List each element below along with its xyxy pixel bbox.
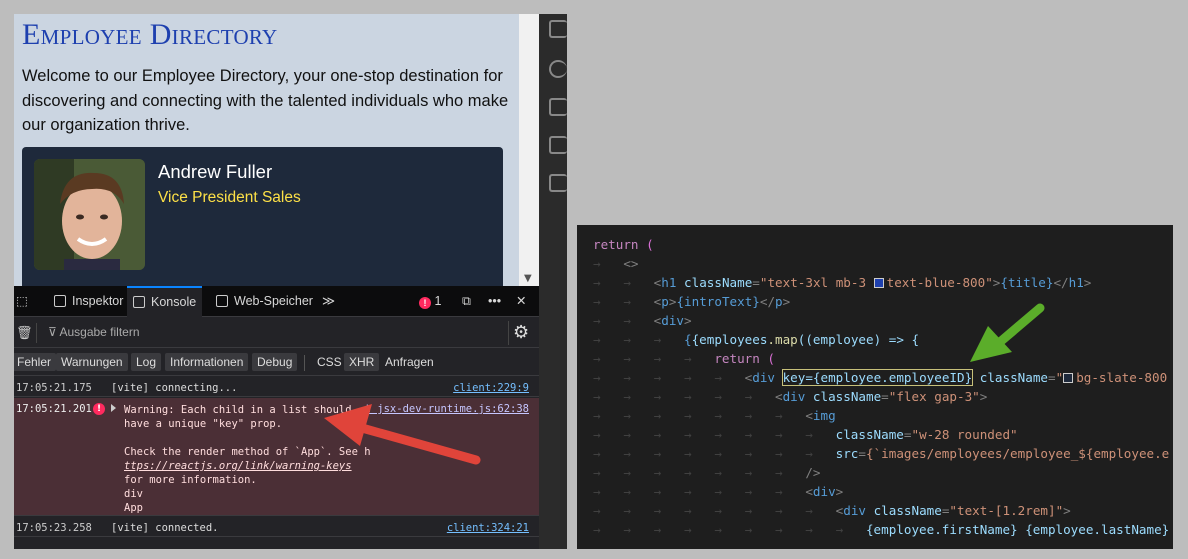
menu-icon[interactable]: ••• — [488, 286, 501, 317]
tab-inspector[interactable]: Inspektor — [48, 286, 129, 317]
gear-icon[interactable]: ⚙ — [513, 322, 529, 343]
more-tabs-icon[interactable]: ≫ — [322, 286, 335, 317]
app-viewport: Employee Directory Welcome to our Employ… — [14, 14, 519, 286]
employee-title: Vice President Sales — [158, 189, 301, 206]
chevron-down-icon[interactable]: ▼ — [524, 273, 532, 284]
extensions-icon[interactable] — [549, 136, 567, 154]
expand-arrow-icon[interactable] — [111, 404, 116, 412]
warning-keys-link[interactable]: ttps://reactjs.org/link/warning-keys — [124, 460, 352, 472]
responsive-icon[interactable]: ⧉ — [462, 286, 471, 317]
filter-icon: ⊽ — [48, 325, 57, 339]
console-filterbar: 🗑 ⊽ Ausgabe filtern ⚙ — [14, 318, 539, 348]
devtools-panel: ⬚ Inspektor Konsole Web-Speicher ≫ ! 1 ⧉… — [14, 286, 539, 549]
employee-name: Andrew Fuller — [158, 161, 273, 182]
tab-console[interactable]: Konsole — [127, 286, 203, 317]
key-prop-highlight: key={employee.employeeID} — [781, 369, 974, 386]
filter-errors[interactable]: Fehler — [14, 353, 57, 371]
warning-message: Warning: Each child in a list should hav… — [124, 404, 371, 514]
source-control-icon[interactable] — [549, 98, 567, 116]
error-counter[interactable]: ! 1 — [419, 286, 441, 317]
console-input[interactable] — [14, 538, 539, 549]
console-row: 17:05:23.258 [vite] connected. client:32… — [14, 517, 539, 537]
error-icon: ! — [419, 297, 431, 309]
source-link[interactable]: client:229:9 — [453, 382, 529, 394]
browser-window: Employee Directory Welcome to our Employ… — [14, 14, 539, 549]
page-title: Employee Directory — [22, 18, 278, 51]
element-picker-icon[interactable]: ⬚ — [16, 286, 28, 317]
console-icon — [133, 296, 145, 308]
color-swatch — [873, 278, 884, 288]
source-link[interactable]: …t jsx-dev-runtime.js:62:38 — [358, 403, 529, 415]
filter-log[interactable]: Log — [131, 353, 162, 371]
filter-input[interactable]: ⊽ Ausgabe filtern — [48, 325, 140, 339]
trash-icon[interactable]: 🗑 — [16, 325, 33, 341]
code-editor[interactable]: return ( → <> → → <h1 className="text-3x… — [577, 225, 1173, 549]
filter-warnings[interactable]: Warnungen — [56, 353, 128, 371]
console-row: 17:05:21.175 [vite] connecting... client… — [14, 377, 539, 397]
devtools-tabbar: ⬚ Inspektor Konsole Web-Speicher ≫ ! 1 ⧉… — [14, 286, 539, 317]
search-icon[interactable] — [549, 60, 567, 78]
console-warning-row[interactable]: 17:05:21.201 ! Warning: Each child in a … — [14, 398, 539, 516]
tab-storage[interactable]: Web-Speicher — [210, 286, 319, 317]
error-icon: ! — [93, 403, 105, 415]
source-link[interactable]: client:324:21 — [447, 522, 529, 534]
console-categories: Fehler Warnungen Log Informationen Debug… — [14, 349, 539, 376]
color-swatch — [1063, 373, 1074, 383]
employee-card[interactable]: Andrew Fuller Vice President Sales — [22, 147, 503, 286]
filter-xhr[interactable]: XHR — [344, 353, 380, 371]
filter-css[interactable]: CSS — [312, 353, 347, 371]
debug-icon[interactable] — [549, 174, 567, 192]
employee-photo — [34, 159, 145, 270]
filter-debug[interactable]: Debug — [252, 353, 298, 371]
close-icon[interactable]: ✕ — [516, 286, 526, 317]
intro-text: Welcome to our Employee Directory, your … — [22, 67, 509, 134]
inspector-icon — [54, 295, 66, 307]
filter-info[interactable]: Informationen — [165, 353, 249, 371]
explorer-icon[interactable] — [549, 20, 567, 38]
filter-requests[interactable]: Anfragen — [380, 353, 439, 371]
storage-icon — [216, 295, 228, 307]
editor-activity-bar — [539, 14, 567, 549]
page-scrollbar[interactable]: ▼ — [519, 14, 539, 286]
